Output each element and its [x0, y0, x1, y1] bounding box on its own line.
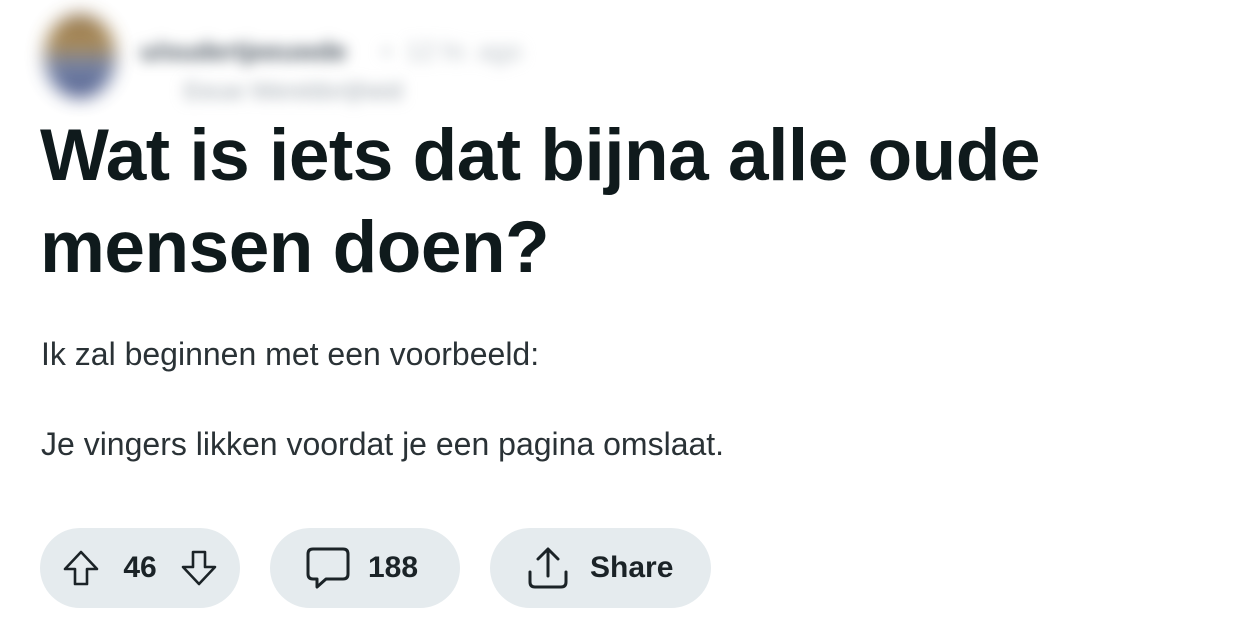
- speech-bubble-icon: [306, 547, 350, 589]
- upvote-button[interactable]: [60, 547, 102, 589]
- share-button[interactable]: Share: [490, 528, 711, 608]
- arrow-up-outline-icon: [63, 550, 99, 586]
- downvote-button[interactable]: [178, 547, 220, 589]
- post-timestamp: 12 hr. ago: [406, 36, 522, 66]
- author-avatar[interactable]: [44, 14, 116, 98]
- arrow-down-outline-icon: [181, 550, 217, 586]
- post-title: Wat is iets dat bijna alle oude mensen d…: [40, 115, 1040, 288]
- vote-bar: 46: [40, 528, 240, 608]
- post-body-paragraph: Je vingers likken voordat je een pagina …: [41, 426, 725, 462]
- meta-separator: •: [382, 36, 392, 66]
- share-label: Share: [590, 551, 674, 584]
- post-body-paragraph: Ik zal beginnen met een voorbeeld:: [41, 336, 540, 372]
- comments-button[interactable]: 188: [270, 528, 460, 608]
- share-upload-icon: [528, 547, 568, 589]
- post-header: u/oudertjeeuwde • 12 hr. ago Eeuw Wereld…: [44, 14, 564, 106]
- author-name[interactable]: u/oudertjeeuwde: [140, 36, 347, 67]
- vote-count: 46: [123, 551, 157, 584]
- comment-count: 188: [368, 551, 419, 584]
- author-flair: Eeuw Wereldvrijheid: [184, 78, 403, 105]
